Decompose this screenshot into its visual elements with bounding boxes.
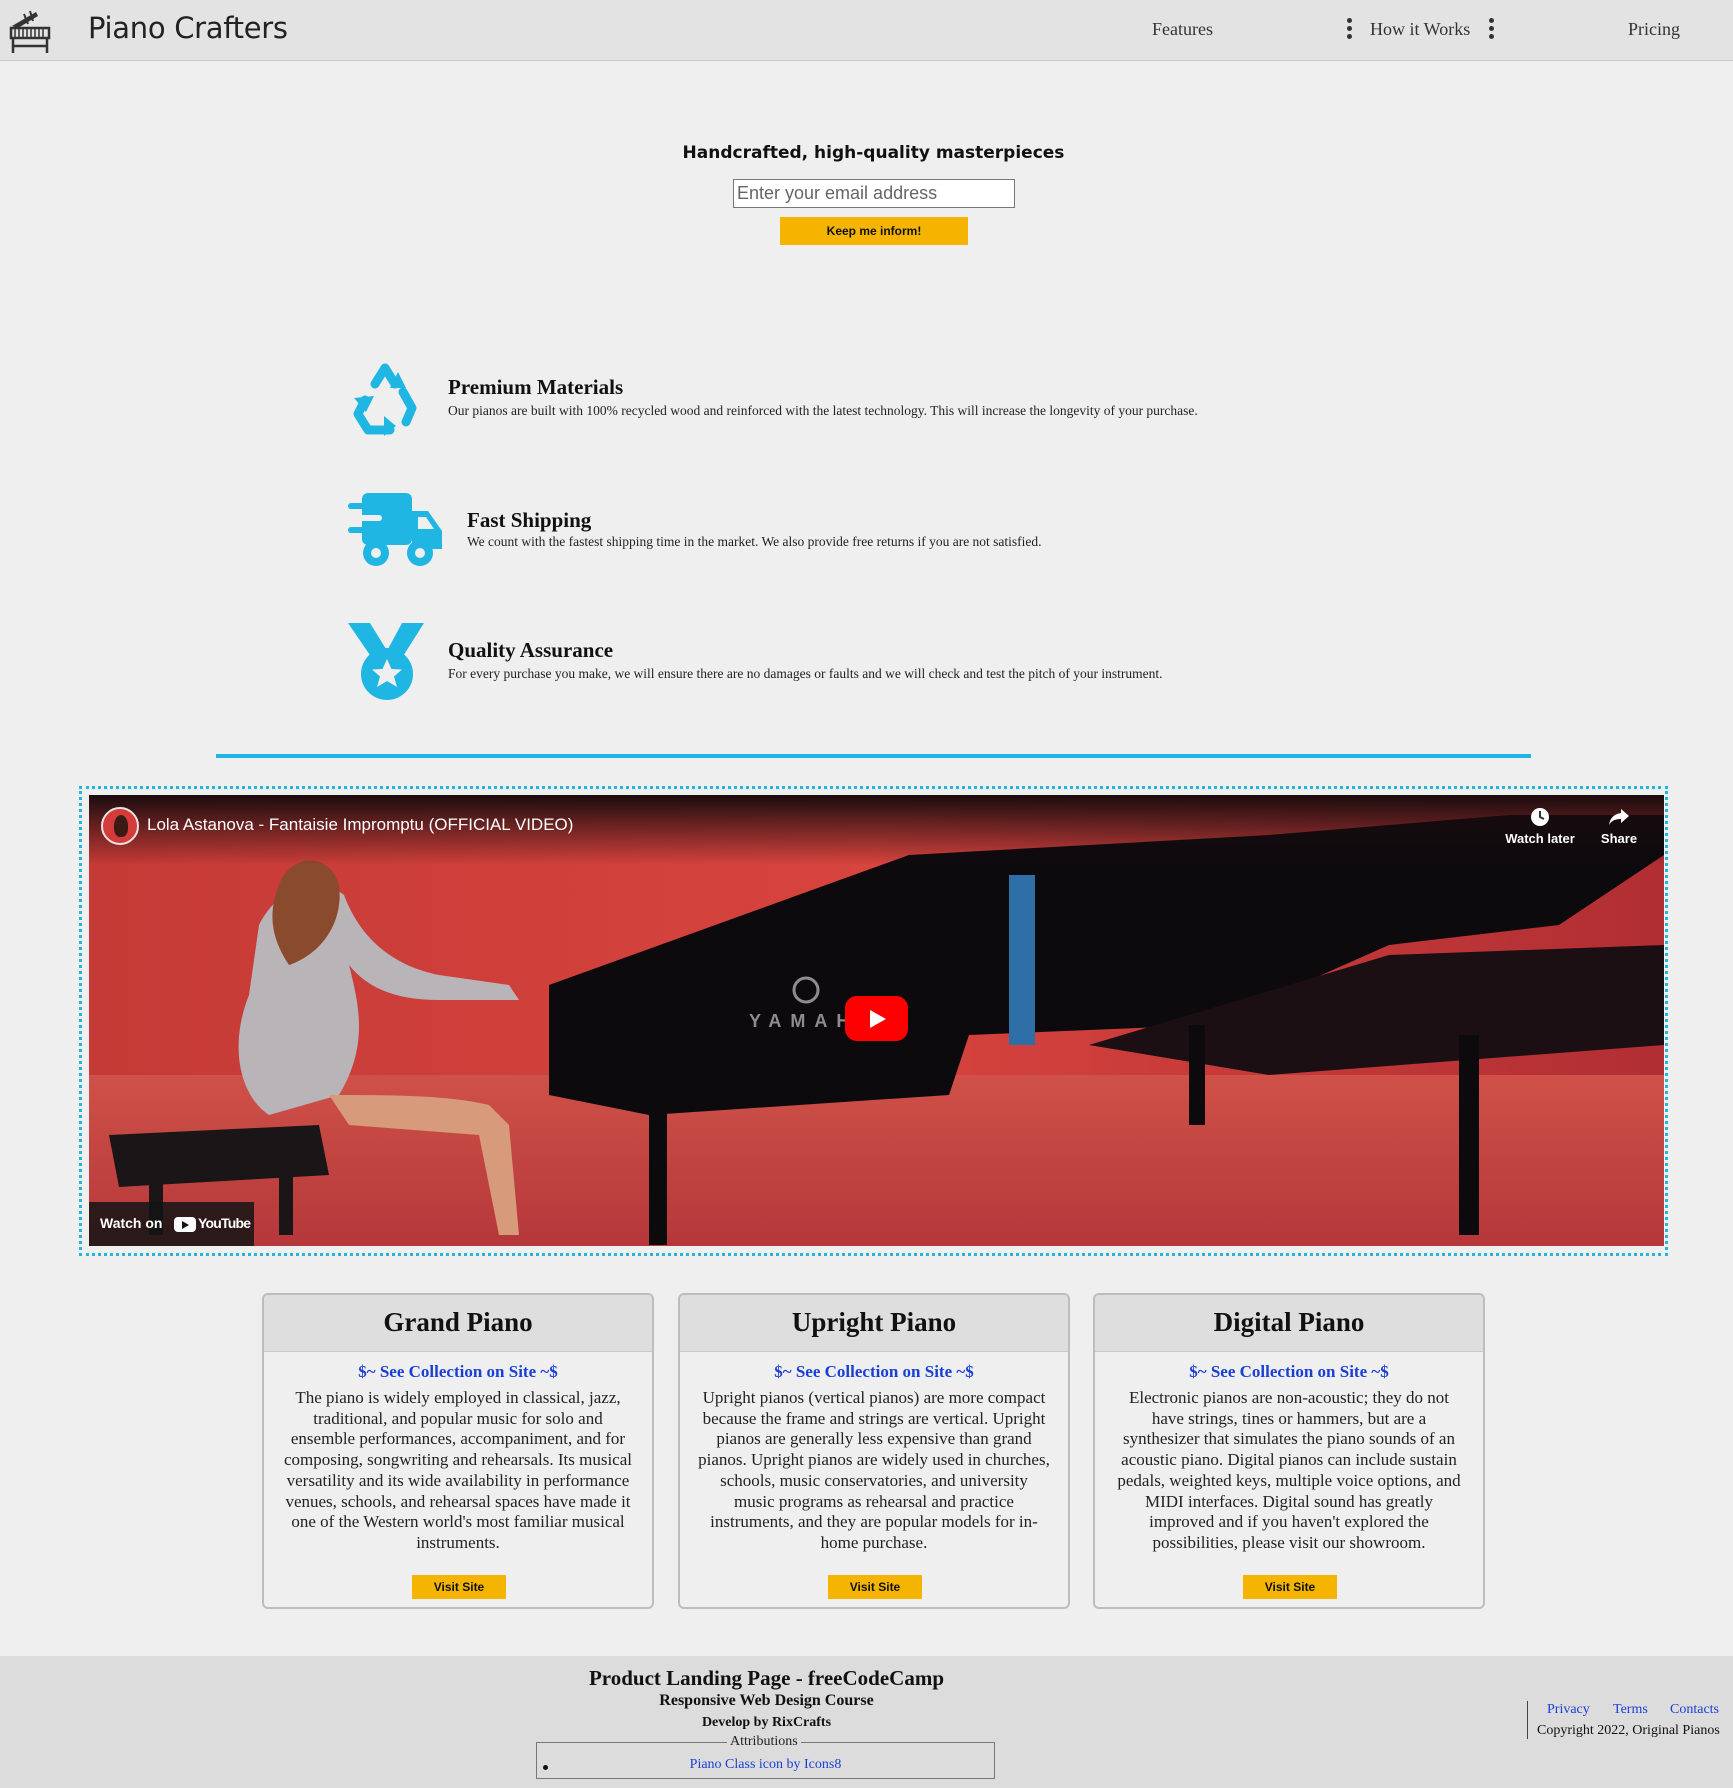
see-collection-link[interactable]: $~ See Collection on Site ~$ <box>680 1362 1068 1382</box>
feature-title: Quality Assurance <box>448 638 614 662</box>
card-header: Upright Piano <box>680 1295 1068 1352</box>
feature-text: For every purchase you make, we will ens… <box>448 666 1163 681</box>
footer-subtitle: Responsive Web Design Course <box>659 1692 874 1709</box>
footer-title: Product Landing Page - freeCodeCamp <box>588 1666 945 1690</box>
card-description: Electronic pianos are non-acoustic; they… <box>1117 1388 1461 1552</box>
feature-text: Our pianos are built with 100% recycled … <box>448 403 1198 418</box>
site-footer: Product Landing Page - freeCodeCamp Resp… <box>0 1656 1733 1788</box>
card-header: Digital Piano <box>1095 1295 1483 1352</box>
copyright-text: Copyright 2022, Original Pianos <box>1537 1723 1720 1738</box>
youtube-wordmark: YouTube <box>198 1215 251 1231</box>
card-title: Digital Piano <box>1213 1307 1365 1337</box>
card-description: The piano is widely employed in classica… <box>284 1388 632 1552</box>
youtube-play-icon <box>174 1217 196 1232</box>
share-button[interactable]: Share <box>1597 807 1641 846</box>
attributions-legend: Attributions <box>727 1734 801 1750</box>
visit-site-button[interactable]: Visit Site <box>828 1575 922 1599</box>
video-title[interactable]: Lola Astanova - Fantaisie Impromptu (OFF… <box>147 815 573 835</box>
watch-on-label: Watch on <box>100 1215 163 1231</box>
truck-icon <box>348 493 442 566</box>
contacts-link[interactable]: Contacts <box>1670 1702 1719 1718</box>
share-label: Share <box>1600 831 1638 846</box>
share-icon <box>1609 809 1629 825</box>
attribution-link[interactable]: Piano Class icon by Icons8 <box>537 1757 994 1773</box>
terms-link[interactable]: Terms <box>1613 1702 1648 1718</box>
visit-site-button[interactable]: Visit Site <box>1243 1575 1337 1599</box>
channel-avatar[interactable] <box>101 807 139 845</box>
privacy-link[interactable]: Privacy <box>1547 1702 1590 1718</box>
card-title: Grand Piano <box>383 1307 533 1337</box>
card-description: Upright pianos (vertical pianos) are mor… <box>698 1388 1050 1552</box>
section-divider <box>216 754 1531 758</box>
product-card-upright-piano: Upright Piano $~ See Collection on Site … <box>678 1293 1070 1609</box>
card-header: Grand Piano <box>264 1295 652 1352</box>
video-player[interactable]: YAMAHA Lola Astanova - Fantaisie Impromp… <box>89 795 1664 1246</box>
brand-name: Piano Crafters <box>88 11 288 45</box>
more-vert-icon <box>1347 18 1353 40</box>
footer-developer: Develop by RixCrafts <box>701 1715 832 1730</box>
see-collection-link[interactable]: $~ See Collection on Site ~$ <box>1095 1362 1483 1382</box>
attributions-box: Attributions Piano Class icon by Icons8 <box>536 1734 995 1779</box>
footer-separator <box>1527 1701 1528 1739</box>
watch-later-label: Watch later <box>1505 831 1575 846</box>
feature-title: Premium Materials <box>448 375 624 399</box>
feature-text: We count with the fastest shipping time … <box>467 534 1042 549</box>
product-card-grand-piano: Grand Piano $~ See Collection on Site ~$… <box>262 1293 654 1609</box>
watch-on-youtube-button[interactable]: Watch on YouTube <box>89 1202 254 1246</box>
nav-link-pricing[interactable]: Pricing <box>1628 19 1680 40</box>
recycle-icon <box>353 363 417 436</box>
card-title: Upright Piano <box>791 1307 957 1337</box>
more-vert-icon <box>1489 18 1495 40</box>
grand-piano-icon[interactable] <box>8 8 52 54</box>
play-button[interactable] <box>845 996 908 1041</box>
product-card-digital-piano: Digital Piano $~ See Collection on Site … <box>1093 1293 1485 1609</box>
keep-me-informed-button[interactable]: Keep me inform! <box>780 217 968 245</box>
see-collection-link[interactable]: $~ See Collection on Site ~$ <box>264 1362 652 1382</box>
visit-site-button[interactable]: Visit Site <box>412 1575 506 1599</box>
nav-link-how-it-works[interactable]: How it Works <box>1370 19 1470 40</box>
feature-title: Fast Shipping <box>467 508 592 532</box>
clock-icon <box>1531 808 1549 826</box>
email-input[interactable] <box>733 179 1015 208</box>
site-header: Piano Crafters Features How it Works Pri… <box>0 0 1733 61</box>
hero-title: Handcrafted, high-quality masterpieces <box>682 143 1065 163</box>
nav-link-features[interactable]: Features <box>1152 19 1213 40</box>
video-frame: YAMAHA Lola Astanova - Fantaisie Impromp… <box>79 786 1668 1256</box>
medal-icon <box>348 623 424 700</box>
watch-later-button[interactable]: Watch later <box>1504 807 1576 846</box>
